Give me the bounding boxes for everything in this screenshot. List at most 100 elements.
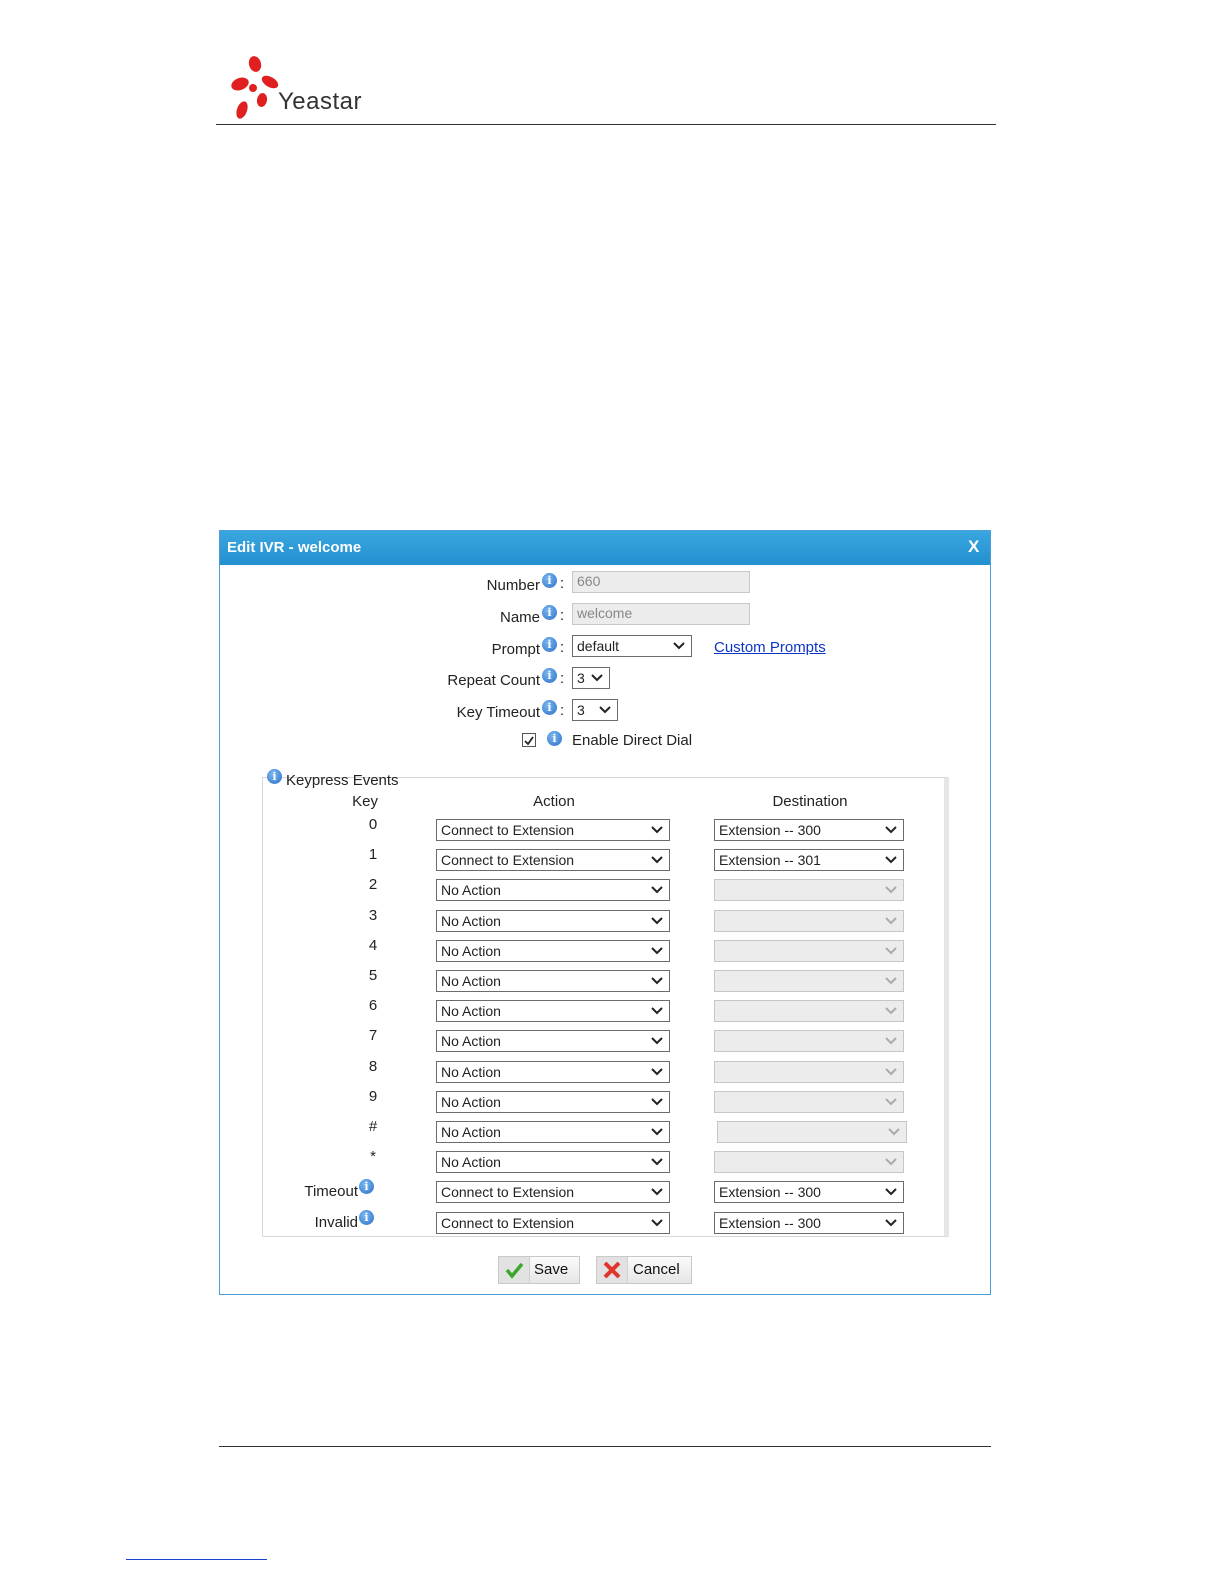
action-select[interactable]: Connect to Extension	[436, 1181, 670, 1204]
destination-column-header: Destination	[772, 793, 848, 810]
chevron-down-icon	[650, 854, 664, 866]
info-icon[interactable]: i	[267, 769, 282, 784]
info-icon[interactable]: i	[542, 573, 557, 588]
action-select[interactable]: No Action	[436, 1090, 670, 1113]
info-icon[interactable]: i	[542, 605, 557, 620]
chevron-down-icon	[884, 824, 898, 836]
destination-select	[714, 1151, 904, 1174]
destination-select[interactable]: Extension -- 300	[714, 1211, 904, 1234]
chevron-down-icon	[884, 1156, 898, 1168]
action-value: No Action	[441, 1033, 501, 1050]
action-select[interactable]: No Action	[436, 1151, 670, 1174]
colon: :	[560, 702, 565, 719]
info-icon[interactable]: i	[542, 637, 557, 652]
footer-divider	[219, 1446, 991, 1447]
header-divider	[216, 124, 996, 125]
action-value: No Action	[441, 1003, 501, 1020]
destination-select[interactable]: Extension -- 300	[714, 1181, 904, 1204]
keypress-key: 0	[368, 816, 378, 833]
info-icon[interactable]: i	[542, 700, 557, 715]
action-select[interactable]: No Action	[436, 1000, 670, 1023]
destination-value: Extension -- 300	[719, 822, 821, 838]
action-select[interactable]: No Action	[436, 1121, 670, 1143]
save-label: Save	[534, 1261, 569, 1278]
prompt-value: default	[577, 638, 620, 654]
keypress-key: 4	[368, 936, 378, 954]
colon: :	[560, 670, 565, 687]
action-value: No Action	[441, 1063, 501, 1080]
chevron-down-icon	[650, 1186, 664, 1198]
destination-select	[714, 1000, 904, 1023]
key-timeout-value: 3	[577, 702, 585, 718]
info-icon[interactable]: i	[542, 668, 557, 683]
keypress-key: 2	[368, 876, 378, 894]
save-button[interactable]: Save	[498, 1256, 580, 1284]
repeat-count-label: Repeat Count	[447, 672, 540, 689]
footer-link-underline[interactable]	[126, 1559, 267, 1560]
destination-value: Extension -- 300	[719, 1214, 821, 1231]
destination-value: Extension -- 300	[719, 1184, 821, 1201]
name-label: Name	[499, 609, 540, 626]
action-select[interactable]: Connect to Extension	[436, 849, 670, 872]
chevron-down-icon	[884, 1217, 898, 1229]
keypress-key: 5	[368, 967, 378, 984]
chevron-down-icon	[650, 915, 664, 927]
repeat-count-select[interactable]: 3	[572, 667, 610, 689]
prompt-select[interactable]: default	[572, 635, 692, 657]
name-input[interactable]: welcome	[572, 603, 750, 625]
action-select[interactable]: No Action	[436, 879, 670, 902]
keypress-key: 8	[368, 1057, 378, 1075]
destination-select[interactable]: Extension -- 301	[714, 849, 904, 872]
action-select[interactable]: No Action	[436, 909, 670, 932]
repeat-count-value: 3	[577, 670, 585, 686]
info-icon[interactable]: i	[359, 1209, 374, 1225]
chevron-down-icon	[650, 1156, 664, 1168]
cancel-button[interactable]: Cancel	[596, 1256, 692, 1284]
chevron-down-icon	[884, 945, 898, 957]
key-timeout-label: Key Timeout	[456, 704, 540, 721]
chevron-down-icon	[884, 1066, 898, 1078]
chevron-down-icon	[884, 854, 898, 866]
action-select[interactable]: No Action	[436, 970, 670, 992]
number-input[interactable]: 660	[572, 571, 750, 593]
action-select[interactable]: Connect to Extension	[436, 819, 670, 841]
destination-select	[714, 879, 904, 902]
action-value: No Action	[441, 1093, 501, 1110]
destination-select	[714, 1030, 904, 1053]
prompt-label: Prompt	[491, 641, 540, 658]
close-button[interactable]: X	[968, 537, 979, 557]
action-value: No Action	[441, 1154, 501, 1171]
chevron-down-icon	[650, 1217, 664, 1229]
info-icon[interactable]: i	[547, 731, 562, 746]
action-column-header: Action	[533, 793, 575, 810]
direct-dial-label: Enable Direct Dial	[572, 732, 693, 749]
action-value: Connect to Extension	[441, 1214, 575, 1231]
keypress-key: 9	[368, 1087, 378, 1105]
chevron-down-icon	[650, 884, 664, 896]
keypress-key: 3	[368, 906, 378, 924]
destination-select	[714, 1060, 904, 1083]
destination-select	[714, 909, 904, 932]
chevron-down-icon	[884, 975, 898, 987]
chevron-down-icon	[650, 1096, 664, 1108]
custom-prompts-link[interactable]: Custom Prompts	[714, 639, 826, 656]
action-select[interactable]: No Action	[436, 1060, 670, 1083]
chevron-down-icon	[672, 640, 686, 652]
chevron-down-icon	[650, 824, 664, 836]
chevron-down-icon	[884, 1035, 898, 1047]
chevron-down-icon	[884, 915, 898, 927]
destination-select	[714, 970, 904, 992]
key-timeout-select[interactable]: 3	[572, 699, 618, 721]
chevron-down-icon	[650, 975, 664, 987]
keypress-key: 1	[368, 846, 378, 864]
action-select[interactable]: No Action	[436, 1030, 670, 1053]
colon: :	[560, 607, 565, 624]
destination-select[interactable]: Extension -- 300	[714, 819, 904, 841]
dialog-title: Edit IVR - welcome	[227, 539, 362, 556]
action-select[interactable]: No Action	[436, 939, 670, 962]
yeastar-logo-icon	[231, 56, 279, 119]
direct-dial-checkbox[interactable]	[522, 733, 536, 747]
key-column-header: Key	[352, 793, 378, 810]
action-select[interactable]: Connect to Extension	[436, 1211, 670, 1234]
x-icon	[597, 1257, 628, 1283]
